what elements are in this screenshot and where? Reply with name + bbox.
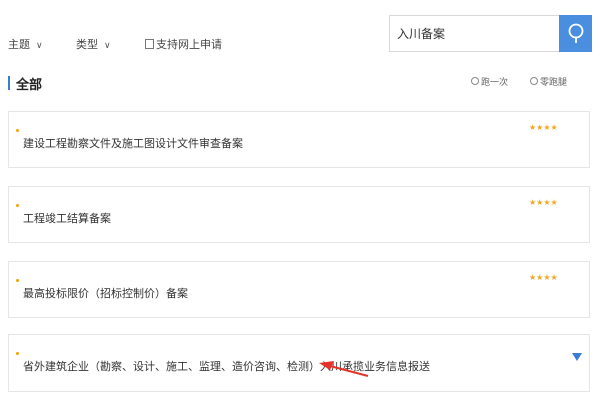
star-rating: ★★★★: [529, 273, 558, 282]
service-card[interactable]: 最高投标限价（招标控制价）备案 ★★★★: [8, 261, 590, 318]
online-apply-label: 支持网上申请: [156, 38, 222, 51]
service-title[interactable]: 建设工程勘察文件及施工图设计文件审查备案: [23, 135, 243, 151]
online-apply-checkbox[interactable]: 支持网上申请: [145, 36, 222, 52]
bullet-dot-icon: [16, 204, 19, 207]
star-rating: ★★★★: [529, 123, 558, 132]
service-card[interactable]: 建设工程勘察文件及施工图设计文件审查备案 ★★★★: [8, 111, 590, 168]
expand-triangle-icon[interactable]: [572, 353, 582, 361]
chevron-down-icon: ∨: [104, 41, 111, 51]
page: 主题 ∨ 类型 ∨ 支持网上申请 全部 跑一次 零跑腿 建设工程勘察文件及施工图设计…: [0, 0, 600, 400]
service-card[interactable]: 工程竣工结算备案 ★★★★: [8, 186, 590, 243]
star-rating: ★★★★: [529, 198, 558, 207]
service-title[interactable]: 工程竣工结算备案: [23, 210, 111, 226]
legend-run-once-label: 跑一次: [481, 78, 509, 88]
checkbox-icon: [145, 39, 154, 49]
search-input[interactable]: [389, 15, 559, 52]
type-filter-label: 类型: [76, 38, 98, 51]
bullet-dot-icon: [16, 352, 19, 355]
legend-run-once: 跑一次: [471, 75, 508, 88]
bullet-dot-icon: [16, 129, 19, 132]
bullet-dot-icon: [16, 279, 19, 282]
legend-zero-run: 零跑腿: [530, 75, 567, 88]
service-card[interactable]: 省外建筑企业（勘察、设计、施工、监理、造价咨询、检测）入川承揽业务信息报送: [8, 334, 590, 392]
search-icon: [568, 23, 583, 43]
annotation-arrow-icon: [319, 361, 369, 377]
search-button[interactable]: [559, 15, 592, 52]
service-title[interactable]: 最高投标限价（招标控制价）备案: [23, 285, 188, 301]
title-accent-bar: [8, 76, 10, 90]
circle-icon: [530, 77, 538, 85]
topic-filter-label: 主题: [8, 38, 30, 51]
type-filter[interactable]: 类型 ∨: [76, 36, 111, 52]
legend-zero-run-label: 零跑腿: [540, 78, 568, 88]
topic-filter[interactable]: 主题 ∨: [8, 36, 43, 52]
circle-icon: [471, 77, 479, 85]
chevron-down-icon: ∨: [36, 41, 43, 51]
page-title: 全部: [16, 78, 43, 93]
